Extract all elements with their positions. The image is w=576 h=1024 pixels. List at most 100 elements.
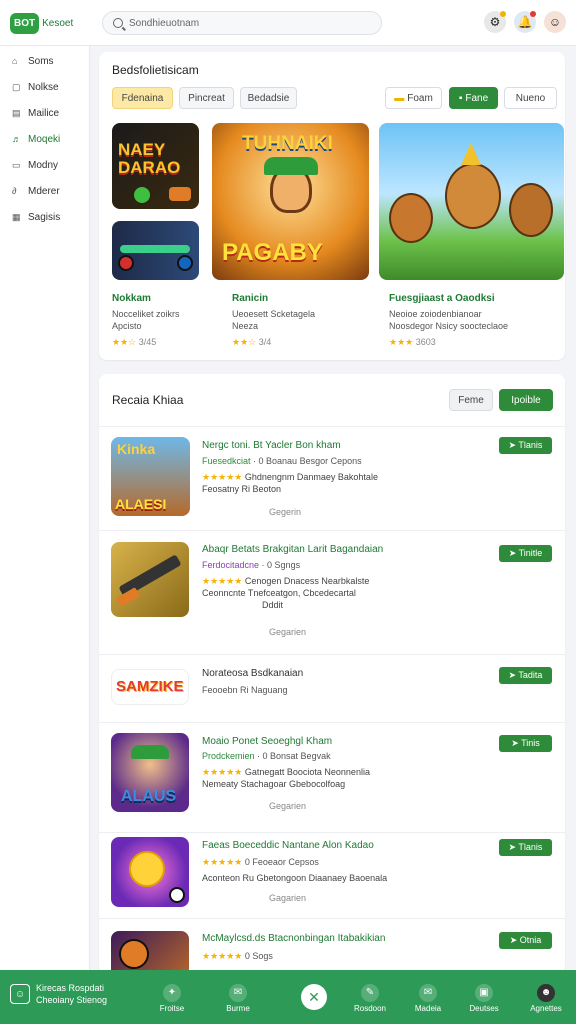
game-name[interactable]: Faeas Boeceddic Nantane Alon Kadao [202, 840, 374, 851]
game-name[interactable]: Fuesgjiaast a Oaodksi [389, 293, 495, 304]
game-category: Prodckemien [202, 751, 255, 761]
nav-mail[interactable]: ✉ Madeia [404, 976, 452, 1020]
nav-label: Deutses [469, 1003, 499, 1013]
sidebar-item-apps[interactable]: ▢ Nolkse [0, 74, 89, 100]
nav-edit[interactable]: ✎ Rosdoon [346, 976, 394, 1020]
sidebar-item-books[interactable]: ▭ Modny [0, 152, 89, 178]
list-item[interactable]: Abaqr Betats Brakgitan Larit Bagandaian … [99, 530, 565, 654]
game-thumbnail[interactable]: ALAUS [111, 733, 189, 812]
sidebar-item-label: Mderer [28, 185, 60, 197]
game-desc: Ueoesett Scketagela Neeza [232, 308, 315, 332]
gamepad-icon: ♬ [12, 134, 21, 144]
sidebar-item-links[interactable]: ∂ Mderer [0, 178, 89, 204]
sidebar-item-games[interactable]: ♬ Moqeki [0, 126, 89, 152]
game-thumbnail[interactable] [111, 931, 189, 974]
list-item[interactable]: Kinka ALAESI Nergc toni. Bt Yacler Bon k… [99, 426, 565, 530]
nav-label: Froitse [159, 1003, 185, 1013]
filter-chip[interactable]: Fdenaina [112, 87, 173, 109]
stars-icon: ★★★★★ [202, 576, 243, 586]
primary-button[interactable]: ▪ Fane [449, 87, 498, 109]
pen-icon: ✎ [361, 983, 379, 1002]
search-input[interactable]: Sondhieuotnam [102, 11, 382, 35]
nav-profile[interactable]: ☻ Agnettes [522, 976, 570, 1020]
hat-icon [131, 745, 169, 759]
logo-badge: BOT [10, 12, 40, 34]
game-thumbnail[interactable] [111, 542, 189, 617]
wheel-icon [118, 255, 134, 271]
settings-icon[interactable]: ⚙ [484, 11, 506, 33]
desc-line: Ueoesett Scketagela [232, 309, 316, 319]
link-icon: ∂ [12, 186, 17, 196]
game-art[interactable]: TUHNAIKI PAGABY [212, 123, 369, 280]
featured-panel: Bedsfolietisicam Fdenaina Pincreat Bedad… [99, 52, 565, 360]
sidebar-item-calendar[interactable]: ▤ Mailice [0, 100, 89, 126]
list-item[interactable]: SAMZIKE Norateosa Bsdkanaian Feooebn Ri … [99, 654, 565, 722]
filter-chip[interactable]: Pincreat [179, 87, 234, 109]
game-thumbnail[interactable]: Kinka ALAESI [111, 437, 190, 516]
desc-line: Ceonncnte Tnefceatgon, Cbcedecartal [202, 588, 356, 598]
search-placeholder: Sondhieuotnam [129, 17, 200, 29]
game-name[interactable]: Ranicin [232, 293, 268, 304]
rating-value: 0 Boanau Besgor Cepons [258, 456, 362, 466]
list-item[interactable]: ALAUS Moaio Ponet Seoeghgl Kham Prodckem… [99, 722, 565, 832]
filter-button[interactable]: ▬ Foam [385, 87, 442, 109]
notification-icon[interactable]: 🔔 [514, 11, 536, 33]
nav-folder[interactable]: ▣ Deutses [460, 976, 508, 1020]
install-button[interactable]: ➤ Tadita [499, 667, 552, 684]
sidebar-item-label: Mailice [28, 107, 60, 119]
install-button[interactable]: ➤ Tlanis [499, 839, 552, 856]
list-panel: Recaia Khiaa Feme Ipoible Kinka ALAESI N… [99, 374, 565, 974]
art-title: NAEY DARAO [118, 140, 181, 177]
game-desc: Nocceliket zoikrs Apcisto [112, 308, 180, 332]
rating-value: 0 Sgngs [267, 560, 301, 570]
secondary-button[interactable]: Nueno [504, 87, 557, 109]
game-name[interactable]: Norateosa Bsdkanaian [202, 668, 303, 679]
thumb-banner: Kinka [117, 441, 156, 457]
game-name[interactable]: Moaio Ponet Seoeghgl Kham [202, 736, 332, 747]
search-icon [113, 18, 123, 28]
sidebar-item-home[interactable]: ⌂ Soms [0, 48, 89, 74]
game-category: Fuesedkciat [202, 456, 251, 466]
game-publisher: Gagarien [269, 893, 307, 903]
desc-line: Nemeaty Stachagoar Gbebocolfoag [202, 779, 346, 789]
wheel-icon [177, 255, 193, 271]
game-name[interactable]: McMaylcsd.ds Btacnonbingan Itabakikian [202, 933, 385, 944]
sidebar-item-label: Moqeki [28, 133, 61, 145]
game-art[interactable] [112, 221, 199, 280]
mail-icon: ✉ [419, 983, 437, 1002]
list-item[interactable]: Faeas Boeceddic Nantane Alon Kadao ★★★★★… [99, 832, 565, 928]
game-art[interactable] [379, 123, 564, 280]
nav-chat[interactable]: ✉ Burme [214, 976, 262, 1020]
install-button[interactable]: ➤ Tinitle [499, 545, 552, 562]
art-banner: TUHNAIKI [242, 133, 333, 154]
list-item[interactable]: McMaylcsd.ds Btacnonbingan Itabakikian ★… [99, 918, 565, 974]
character-icon [119, 939, 149, 969]
game-thumbnail[interactable] [111, 837, 189, 907]
nav-tools[interactable]: ✕ [290, 976, 338, 1020]
sidebar-item-table[interactable]: ▦ Sagisis [0, 204, 89, 230]
game-name[interactable]: Abaqr Betats Brakgitan Larit Bagandaian [202, 544, 383, 555]
game-rating: ★★☆ 3/45 [112, 337, 156, 348]
game-meta: ★★★★★ 0 Feoeaor Cepsos [202, 857, 319, 868]
user-block[interactable]: ☺ Kirecas Rospdati Cheoiany Stienog [10, 982, 107, 1006]
game-name[interactable]: Nokkam [112, 293, 151, 304]
filter-chip[interactable]: Bedadsie [240, 87, 297, 109]
game-desc: Neoioe zoiodenbianoar Noosdegor Nsicy soo… [389, 308, 508, 332]
avatar-icon[interactable]: ☺ [544, 11, 566, 33]
stars-icon: ★★★ [389, 337, 414, 347]
game-art[interactable]: NAEY DARAO [112, 123, 199, 209]
app-logo[interactable]: BOT Kesoet [10, 10, 78, 36]
install-button[interactable]: ➤ Otnia [499, 932, 552, 949]
nav-gift[interactable]: ✦ Froitse [148, 976, 196, 1020]
game-name[interactable]: Nergc toni. Bt Yacler Bon kham [202, 440, 341, 451]
install-button[interactable]: ➤ Tlanis [499, 437, 552, 454]
nav-label: Madeia [414, 1003, 442, 1013]
game-thumbnail[interactable]: SAMZIKE [111, 669, 189, 705]
primary-button[interactable]: Ipoible [499, 389, 553, 411]
table-icon: ▦ [12, 212, 21, 222]
party-hat-icon [461, 143, 481, 165]
stars-icon: ★★☆ [232, 337, 257, 347]
desc-line: Ghdnengnm Danmaey Bakohtale [244, 472, 378, 482]
install-button[interactable]: ➤ Tinis [499, 735, 552, 752]
secondary-button[interactable]: Feme [449, 389, 493, 411]
